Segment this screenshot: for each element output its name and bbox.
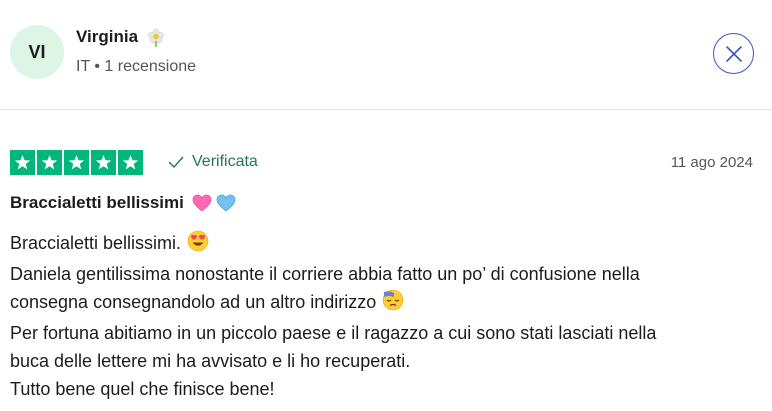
star-rating bbox=[10, 150, 143, 175]
review-body-line: Per fortuna abitiamo in un piccolo paese… bbox=[10, 323, 657, 343]
close-icon bbox=[725, 45, 742, 62]
verified-label: Verificata bbox=[192, 153, 258, 170]
review-body-line: buca delle lettere mi ha avvisato e li h… bbox=[10, 351, 411, 371]
review-body: Braccialetti bellissimi. Daniela gentili… bbox=[10, 229, 760, 403]
review-body-line: Daniela gentilissima nonostante il corri… bbox=[10, 264, 640, 284]
flower-icon bbox=[146, 27, 166, 47]
reviewer-header: VI Virginia IT • 1 recensione bbox=[0, 0, 772, 110]
review-body-line: Tutto bene quel che finisce bene! bbox=[10, 379, 275, 399]
reviewer-meta: IT • 1 recensione bbox=[76, 58, 197, 75]
checkmark-icon bbox=[168, 156, 184, 168]
review-body-line: Braccialetti bellissimi. bbox=[10, 229, 760, 260]
review-date: 11 ago 2024 bbox=[670, 154, 753, 171]
avatar: VI bbox=[10, 25, 64, 79]
star-icon bbox=[10, 150, 35, 175]
star-icon bbox=[37, 150, 62, 175]
downcast-sweat-face-icon bbox=[382, 289, 404, 319]
verified-badge[interactable]: Verificata bbox=[168, 153, 258, 171]
reviewer-name[interactable]: Virginia bbox=[76, 27, 138, 47]
review-body-line: consegna consegnandolo ad un altro indir… bbox=[10, 288, 760, 319]
review-title-text: Braccialetti bellissimi bbox=[10, 193, 184, 212]
blue-heart-icon bbox=[216, 194, 236, 212]
close-button[interactable] bbox=[713, 33, 754, 74]
star-icon bbox=[91, 150, 116, 175]
reviewer-name-row: Virginia bbox=[76, 27, 166, 47]
review-title: Braccialetti bellissimi bbox=[10, 193, 236, 213]
star-icon bbox=[118, 150, 143, 175]
star-icon bbox=[64, 150, 89, 175]
heart-eyes-emoji-icon bbox=[187, 230, 209, 260]
pink-heart-icon bbox=[192, 194, 212, 212]
